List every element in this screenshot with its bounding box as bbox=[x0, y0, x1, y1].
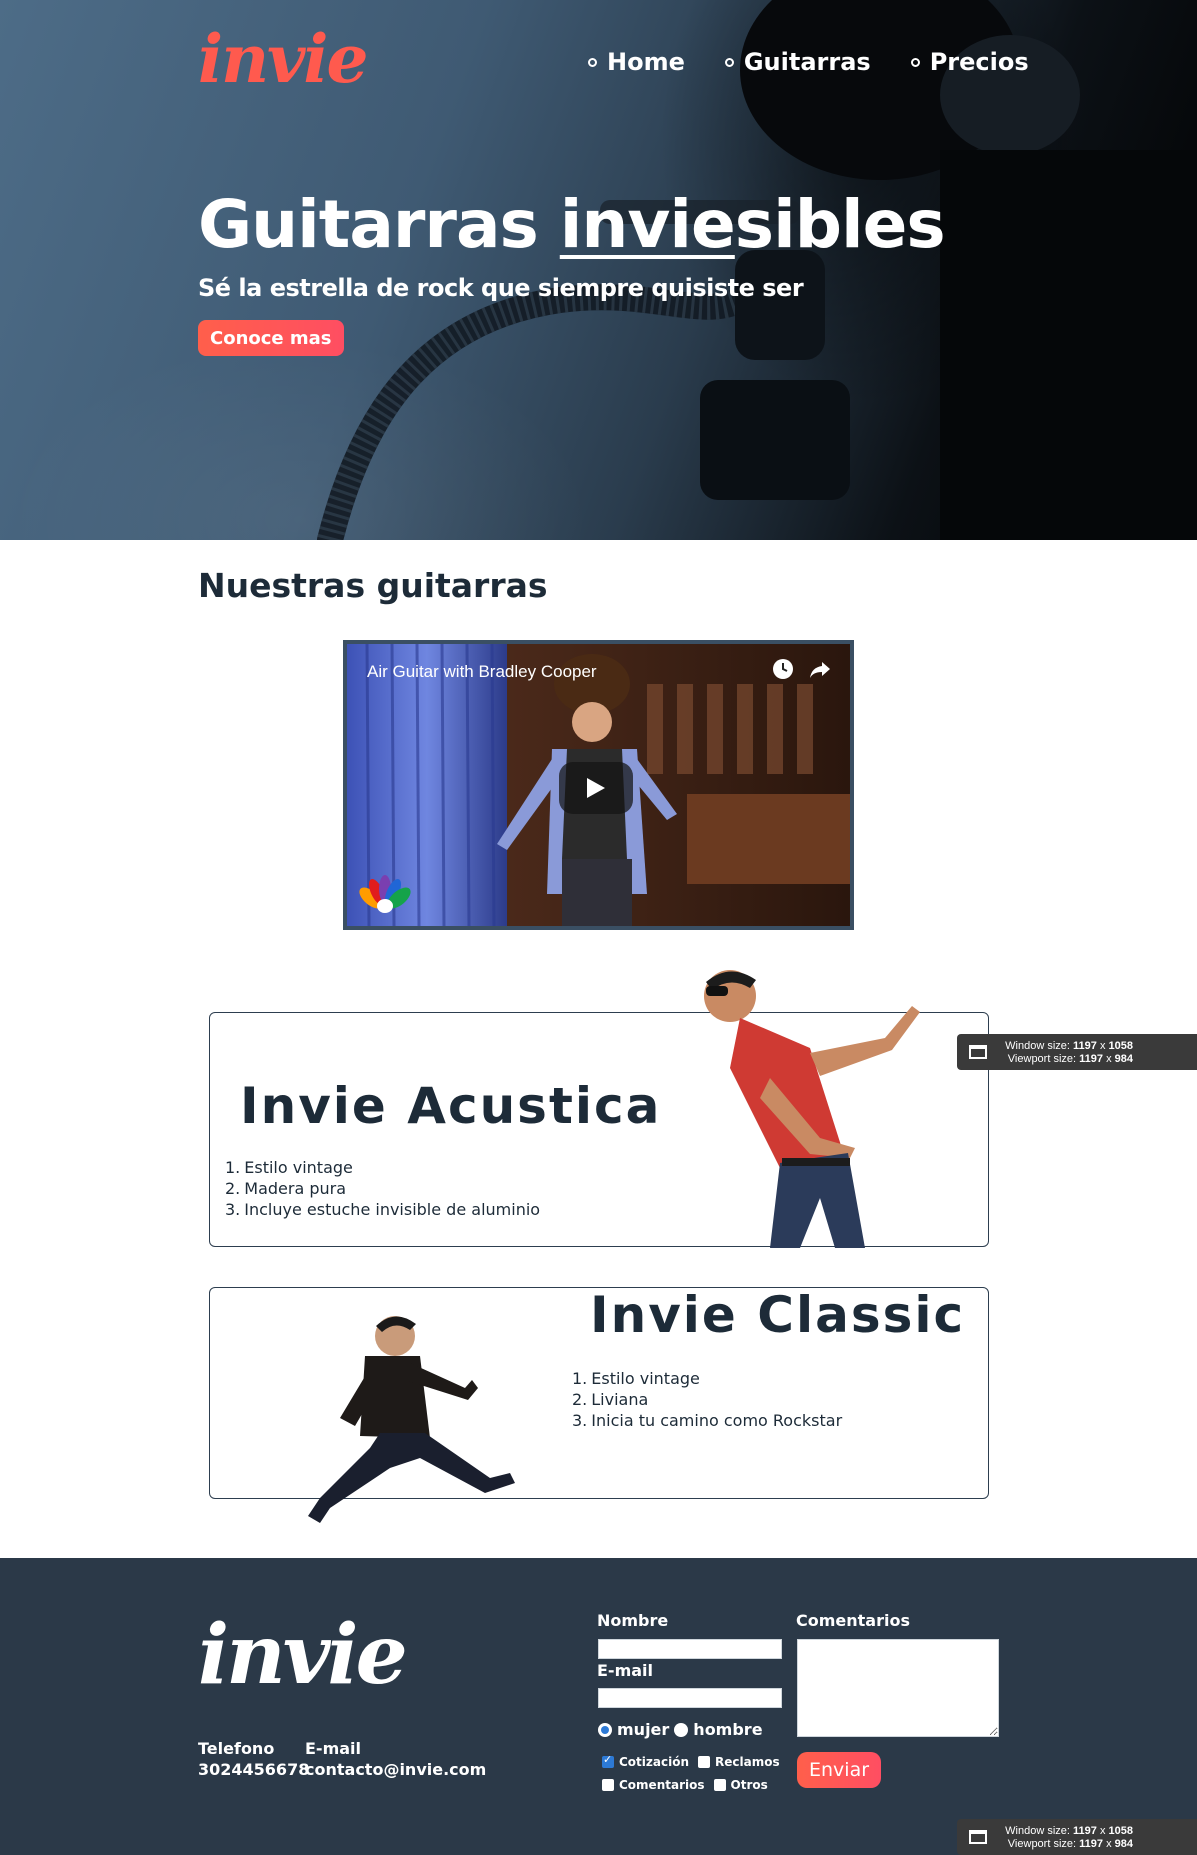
phone-label: Telefono bbox=[198, 1739, 275, 1758]
window-size-overlay: Window size: 1197 x 1058 Viewport size: … bbox=[957, 1819, 1197, 1855]
nav-precios-label: Precios bbox=[929, 48, 1029, 76]
list-text: Inicia tu camino como Rockstar bbox=[591, 1411, 843, 1430]
checkbox-comentarios-label: Comentarios bbox=[619, 1778, 705, 1792]
nombre-field[interactable] bbox=[598, 1639, 782, 1659]
email-label: E-mail bbox=[305, 1739, 362, 1758]
radio-hombre[interactable] bbox=[674, 1722, 689, 1737]
list-text: Incluye estuche invisible de aluminio bbox=[244, 1200, 541, 1219]
checkbox-reclamos[interactable] bbox=[698, 1756, 710, 1768]
enviar-button[interactable]: Enviar bbox=[797, 1752, 882, 1788]
product-title: Invie Acustica bbox=[240, 1077, 662, 1135]
play-button[interactable] bbox=[559, 762, 633, 814]
hero-subtitle: Sé la estrella de rock que siempre quisi… bbox=[198, 274, 804, 302]
comentarios-textarea[interactable] bbox=[797, 1639, 999, 1737]
clock-icon[interactable] bbox=[772, 658, 794, 680]
viewport-size-row: Viewport size: 1197 x 984 bbox=[1007, 1053, 1133, 1065]
list-item: 1. Estilo vintage bbox=[572, 1368, 842, 1389]
nav-home-label: Home bbox=[607, 48, 685, 76]
list-item: 3. Inicia tu camino como Rockstar bbox=[572, 1410, 842, 1431]
window-size-overlay: Window size: 1197 x 1058 Viewport size: … bbox=[957, 1034, 1197, 1070]
list-item: 2. Liviana bbox=[572, 1389, 842, 1410]
nav-home[interactable]: Home bbox=[588, 48, 685, 76]
nav-guitarras-label: Guitarras bbox=[743, 48, 871, 76]
window-size-row: Window size: 1197 x 1058 bbox=[1005, 1825, 1133, 1837]
main-nav: Home Guitarras Precios bbox=[588, 48, 1029, 76]
video-player[interactable]: Air Guitar with Bradley Cooper bbox=[343, 640, 854, 930]
list-number: 1. bbox=[572, 1369, 588, 1388]
hero-title-highlight: invie bbox=[559, 186, 736, 263]
list-text: Estilo vintage bbox=[244, 1158, 353, 1177]
email-field-label: E-mail bbox=[597, 1661, 654, 1680]
bullet-icon bbox=[910, 57, 920, 67]
window-size-row: Window size: 1197 x 1058 bbox=[1005, 1040, 1133, 1052]
radio-mujer-label: mujer bbox=[617, 1720, 670, 1739]
section-title: Nuestras guitarras bbox=[198, 566, 548, 605]
hero-background-image bbox=[317, 0, 1197, 540]
hero-title-part: sibles bbox=[734, 186, 946, 263]
checkbox-comentarios[interactable] bbox=[602, 1779, 614, 1791]
checkbox-row-1: Cotización Reclamos bbox=[602, 1753, 780, 1769]
radio-hombre-label: hombre bbox=[693, 1720, 763, 1739]
list-item: 3. Incluye estuche invisible de aluminio bbox=[225, 1199, 540, 1220]
nav-guitarras[interactable]: Guitarras bbox=[724, 48, 871, 76]
list-number: 1. bbox=[225, 1158, 241, 1177]
play-icon bbox=[587, 778, 605, 798]
feature-list: 1. Estilo vintage 2. Madera pura 3. Incluye… bbox=[225, 1157, 540, 1220]
list-text: Estilo vintage bbox=[591, 1369, 700, 1388]
email-field[interactable] bbox=[598, 1688, 782, 1708]
nav-precios[interactable]: Precios bbox=[910, 48, 1029, 76]
list-item: 1. Estilo vintage bbox=[225, 1157, 540, 1178]
window-icon bbox=[969, 1045, 987, 1059]
share-icon[interactable] bbox=[808, 658, 832, 680]
checkbox-reclamos-label: Reclamos bbox=[715, 1755, 780, 1769]
list-number: 2. bbox=[225, 1179, 241, 1198]
conoce-mas-button[interactable]: Conoce mas bbox=[198, 320, 344, 356]
footer-logo[interactable]: invie bbox=[198, 1614, 408, 1696]
checkbox-row-2: Comentarios Otros bbox=[602, 1778, 768, 1792]
checkbox-otros[interactable] bbox=[713, 1779, 726, 1791]
list-number: 2. bbox=[572, 1390, 588, 1409]
air-guitarist-image bbox=[704, 970, 920, 1248]
list-text: Liviana bbox=[591, 1390, 649, 1409]
phone-value: 3024456678 bbox=[198, 1760, 310, 1779]
checkbox-cotizacion-label: Cotización bbox=[619, 1755, 689, 1769]
hero-section: invie Home Guitarras Precios Guitarras i… bbox=[0, 0, 1197, 540]
comentarios-label: Comentarios bbox=[796, 1611, 910, 1630]
gender-radio-group: mujer hombre bbox=[598, 1720, 763, 1739]
video-actions bbox=[772, 658, 832, 680]
list-number: 3. bbox=[225, 1200, 241, 1219]
radio-mujer[interactable] bbox=[598, 1722, 612, 1737]
viewport-size-row: Viewport size: 1197 x 984 bbox=[1007, 1838, 1133, 1850]
video-title: Air Guitar with Bradley Cooper bbox=[367, 662, 597, 681]
hero-title-part: Guitarras bbox=[198, 186, 560, 263]
window-icon bbox=[969, 1830, 987, 1844]
checkbox-otros-label: Otros bbox=[730, 1778, 768, 1792]
list-item: 2. Madera pura bbox=[225, 1178, 540, 1199]
list-number: 3. bbox=[572, 1411, 588, 1430]
logo[interactable]: invie bbox=[198, 26, 368, 92]
bullet-icon bbox=[588, 57, 597, 67]
list-text: Madera pura bbox=[244, 1179, 347, 1198]
email-value[interactable]: contacto@invie.com bbox=[305, 1760, 486, 1779]
hero-title: Guitarras inviesibles bbox=[198, 186, 946, 263]
feature-list: 1. Estilo vintage 2. Liviana 3. Inicia tu c… bbox=[572, 1368, 842, 1431]
jumping-guitarist-image bbox=[308, 1316, 515, 1523]
bullet-icon bbox=[724, 57, 734, 67]
product-title: Invie Classic bbox=[590, 1286, 966, 1344]
checkbox-cotizacion[interactable] bbox=[602, 1753, 614, 1768]
nombre-label: Nombre bbox=[597, 1611, 669, 1630]
